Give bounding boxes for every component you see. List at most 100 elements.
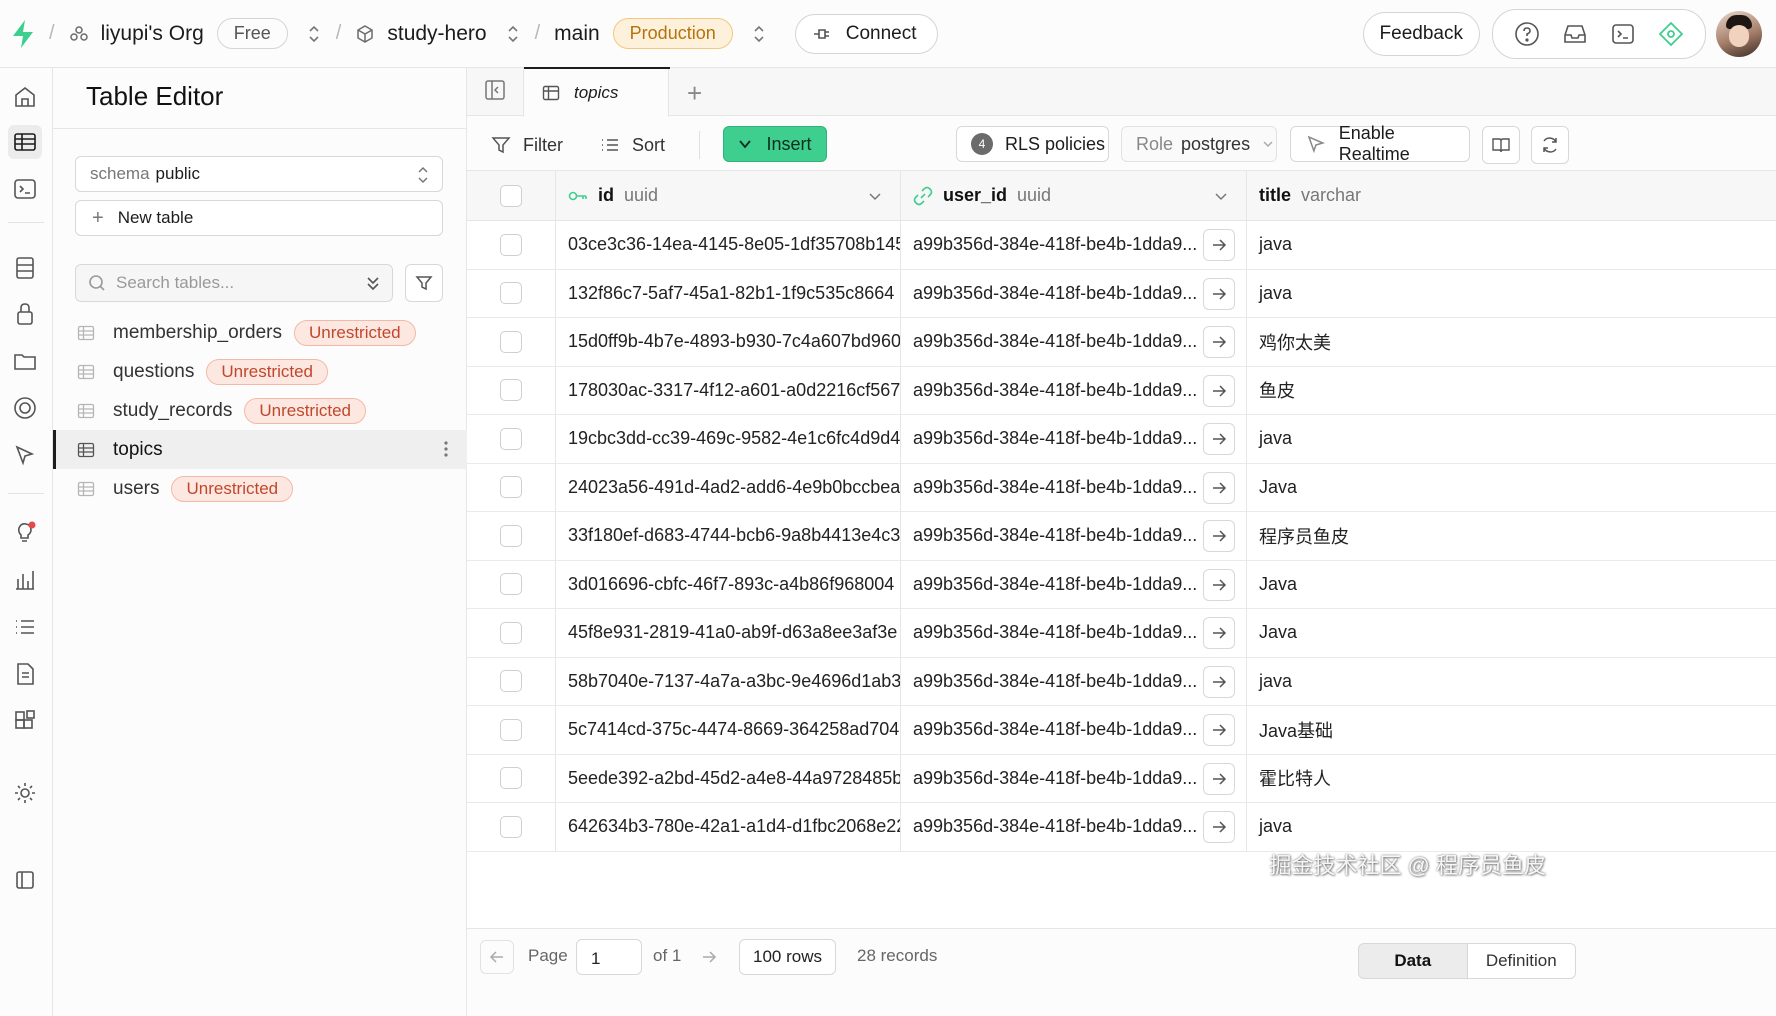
role-select[interactable]: Role postgres	[1121, 126, 1277, 162]
cell-title[interactable]: 霍比特人	[1247, 755, 1776, 803]
rail-home[interactable]	[8, 80, 42, 114]
row-checkbox[interactable]	[500, 718, 522, 741]
supabase-logo-icon[interactable]	[11, 19, 35, 49]
chevron-down-icon[interactable]	[868, 189, 882, 203]
cell-id[interactable]: 5eede392-a2bd-45d2-a4e8-44a9728485b	[556, 754, 901, 802]
inbox-icon[interactable]	[1561, 20, 1589, 48]
column-header-id[interactable]: id uuid	[556, 171, 901, 220]
cell-user-id[interactable]: a99b356d-384e-418f-be4b-1dda9...	[901, 269, 1247, 317]
table-item-membership-orders[interactable]: membership_orders Unrestricted	[53, 313, 467, 352]
cell-user-id[interactable]: a99b356d-384e-418f-be4b-1dda9...	[901, 803, 1247, 851]
filter-tables-button[interactable]	[405, 264, 443, 302]
table-item-study-records[interactable]: study_records Unrestricted	[53, 391, 467, 430]
refresh-button[interactable]	[1531, 126, 1569, 164]
table-item-users[interactable]: users Unrestricted	[53, 469, 467, 508]
table-row[interactable]: 132f86c7-5af7-45a1-82b1-1f9c535c8664 a99b…	[467, 269, 1776, 318]
chevron-down-icon[interactable]	[1214, 189, 1228, 203]
assistant-diamond-icon[interactable]	[1657, 20, 1685, 48]
table-row[interactable]: 15d0ff9b-4b7e-4893-b930-7c4a607bd960 a99b…	[467, 318, 1776, 367]
cell-title[interactable]: java	[1247, 270, 1776, 318]
cell-id[interactable]: 5c7414cd-375c-4474-8669-364258ad7042	[556, 706, 901, 754]
cell-title[interactable]: 鸡你太美	[1247, 318, 1776, 366]
cell-user-id[interactable]: a99b356d-384e-418f-be4b-1dda9...	[901, 512, 1247, 560]
definition-view-tab[interactable]: Definition	[1467, 943, 1576, 979]
cell-title[interactable]: Java	[1247, 561, 1776, 609]
select-all-checkbox[interactable]	[500, 184, 522, 207]
foreign-key-link-button[interactable]	[1203, 762, 1235, 795]
cell-user-id[interactable]: a99b356d-384e-418f-be4b-1dda9...	[901, 221, 1247, 269]
foreign-key-link-button[interactable]	[1203, 568, 1235, 601]
rail-advisors[interactable]	[8, 516, 42, 550]
rail-collapse[interactable]	[8, 863, 42, 897]
row-checkbox[interactable]	[500, 233, 522, 256]
cell-title[interactable]: 鱼皮	[1247, 367, 1776, 415]
cell-id[interactable]: 178030ac-3317-4f12-a601-a0d2216cf567	[556, 366, 901, 414]
rows-per-page-select[interactable]: 100 rows	[739, 939, 836, 975]
rail-database[interactable]	[8, 251, 42, 285]
rail-storage[interactable]	[8, 344, 42, 378]
row-checkbox[interactable]	[500, 767, 522, 790]
user-avatar[interactable]	[1716, 11, 1762, 57]
table-row[interactable]: 5eede392-a2bd-45d2-a4e8-44a9728485b a99b3…	[467, 754, 1776, 803]
foreign-key-link-button[interactable]	[1203, 277, 1235, 310]
foreign-key-link-button[interactable]	[1203, 665, 1235, 698]
table-row[interactable]: 45f8e931-2819-41a0-ab9f-d63a8ee3af3e a99b…	[467, 609, 1776, 658]
cell-user-id[interactable]: a99b356d-384e-418f-be4b-1dda9...	[901, 415, 1247, 463]
row-checkbox[interactable]	[500, 524, 522, 547]
cell-id[interactable]: 24023a56-491d-4ad2-add6-4e9b0bccbea	[556, 463, 901, 511]
foreign-key-link-button[interactable]	[1203, 374, 1235, 407]
foreign-key-link-button[interactable]	[1203, 471, 1235, 504]
rail-api-docs[interactable]	[8, 657, 42, 691]
docs-button[interactable]	[1482, 126, 1520, 164]
terminal-icon[interactable]	[1609, 20, 1637, 48]
cell-id[interactable]: 15d0ff9b-4b7e-4893-b930-7c4a607bd960	[556, 318, 901, 366]
table-item-questions[interactable]: questions Unrestricted	[53, 352, 467, 391]
cell-title[interactable]: java	[1247, 658, 1776, 706]
foreign-key-link-button[interactable]	[1203, 811, 1235, 843]
foreign-key-link-button[interactable]	[1203, 229, 1235, 261]
row-checkbox[interactable]	[500, 427, 522, 450]
row-checkbox[interactable]	[500, 573, 522, 596]
row-checkbox[interactable]	[500, 621, 522, 644]
branch-breadcrumb[interactable]: main Production	[554, 18, 767, 49]
cell-title[interactable]: java	[1247, 415, 1776, 463]
cell-id[interactable]: 58b7040e-7137-4a7a-a3bc-9e4696d1ab36	[556, 657, 901, 705]
row-checkbox[interactable]	[500, 670, 522, 693]
row-checkbox[interactable]	[500, 282, 522, 305]
cell-user-id[interactable]: a99b356d-384e-418f-be4b-1dda9...	[901, 609, 1247, 657]
cell-user-id[interactable]: a99b356d-384e-418f-be4b-1dda9...	[901, 463, 1247, 511]
cell-id[interactable]: 03ce3c36-14ea-4145-8e05-1df35708b145	[556, 221, 901, 269]
cell-title[interactable]: Java	[1247, 464, 1776, 512]
project-breadcrumb[interactable]: study-hero	[355, 22, 520, 46]
cell-user-id[interactable]: a99b356d-384e-418f-be4b-1dda9...	[901, 706, 1247, 754]
chevrons-down-icon[interactable]	[364, 273, 382, 293]
add-tab-button[interactable]: +	[687, 78, 702, 109]
insert-button[interactable]: Insert	[723, 126, 827, 162]
org-breadcrumb[interactable]: liyupi's Org Free	[69, 18, 322, 49]
column-header-user-id[interactable]: user_id uuid	[901, 171, 1247, 220]
cell-user-id[interactable]: a99b356d-384e-418f-be4b-1dda9...	[901, 318, 1247, 366]
row-checkbox[interactable]	[500, 815, 522, 838]
table-row[interactable]: 3d016696-cbfc-46f7-893c-a4b86f968004 a99b…	[467, 560, 1776, 609]
foreign-key-link-button[interactable]	[1203, 520, 1235, 552]
collapse-sidebar-icon[interactable]	[484, 79, 506, 101]
rail-sql-editor[interactable]	[8, 172, 42, 206]
tab-topics[interactable]: topics	[523, 67, 670, 117]
cell-id[interactable]: 3d016696-cbfc-46f7-893c-a4b86f968004	[556, 560, 901, 608]
schema-select[interactable]: schema public	[75, 156, 443, 192]
search-tables-input[interactable]: Search tables...	[75, 264, 393, 302]
cell-id[interactable]: 642634b3-780e-42a1-a1d4-d1fbc2068e22	[556, 803, 901, 851]
next-page-button[interactable]	[692, 940, 726, 974]
column-header-title[interactable]: title varchar	[1247, 171, 1776, 220]
cell-user-id[interactable]: a99b356d-384e-418f-be4b-1dda9...	[901, 754, 1247, 802]
sort-button[interactable]: Sort	[600, 127, 665, 163]
rail-realtime[interactable]	[8, 391, 42, 425]
cell-title[interactable]: Java基础	[1247, 706, 1776, 754]
table-row[interactable]: 642634b3-780e-42a1-a1d4-d1fbc2068e22 a99b…	[467, 803, 1776, 852]
row-checkbox[interactable]	[500, 476, 522, 499]
foreign-key-link-button[interactable]	[1203, 423, 1235, 455]
rail-table-editor[interactable]	[8, 125, 42, 159]
foreign-key-link-button[interactable]	[1203, 714, 1235, 746]
cell-id[interactable]: 45f8e931-2819-41a0-ab9f-d63a8ee3af3e	[556, 609, 901, 657]
table-row[interactable]: 5c7414cd-375c-4474-8669-364258ad7042 a99b…	[467, 706, 1776, 755]
